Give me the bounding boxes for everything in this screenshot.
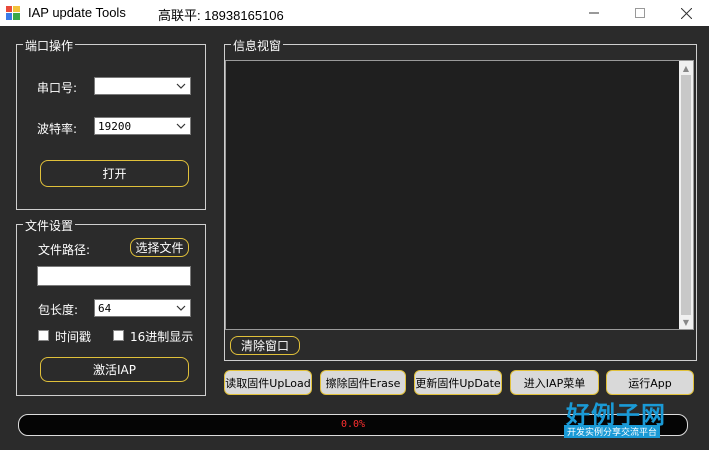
- info-log-area[interactable]: ▲ ▼: [225, 60, 694, 330]
- minimize-icon: [589, 12, 599, 14]
- window-title: IAP update Tools: [28, 5, 126, 20]
- chevron-down-icon: [176, 83, 186, 89]
- title-bar: IAP update Tools 高联平: 18938165106: [0, 0, 709, 26]
- port-label: 串口号:: [37, 81, 78, 95]
- select-file-button[interactable]: 选择文件: [130, 238, 189, 257]
- close-button[interactable]: [663, 0, 709, 26]
- app-icon: [6, 6, 20, 20]
- packet-length-value: 64: [98, 302, 112, 315]
- packet-length-select[interactable]: 64: [94, 299, 191, 317]
- maximize-icon: [635, 8, 645, 18]
- timestamp-checkbox[interactable]: [38, 330, 49, 341]
- activate-iap-button[interactable]: 激活IAP: [40, 357, 189, 382]
- packet-length-label: 包长度:: [38, 303, 79, 317]
- info-scrollbar[interactable]: ▲ ▼: [679, 61, 693, 329]
- close-icon: [680, 7, 692, 19]
- erase-firmware-button[interactable]: 擦除固件Erase: [320, 370, 406, 395]
- watermark-logo: 好例子网 开发实例分享交流平台: [560, 395, 680, 439]
- scroll-thumb[interactable]: [681, 75, 691, 315]
- hex-display-label: 16进制显示: [130, 330, 194, 344]
- chevron-down-icon: [176, 123, 186, 129]
- maximize-button[interactable]: [617, 0, 663, 26]
- file-group-title: 文件设置: [23, 217, 76, 234]
- chevron-down-icon: [176, 305, 186, 311]
- update-firmware-button[interactable]: 更新固件UpDate: [414, 370, 502, 395]
- info-group-title: 信息视窗: [231, 37, 284, 54]
- baud-select[interactable]: 19200: [94, 117, 191, 135]
- minimize-button[interactable]: [571, 0, 617, 26]
- port-select[interactable]: [94, 77, 191, 95]
- open-port-button[interactable]: 打开: [40, 160, 189, 187]
- baud-label: 波特率:: [37, 122, 78, 136]
- file-path-input[interactable]: [37, 266, 191, 286]
- clear-window-button[interactable]: 清除窗口: [230, 336, 300, 355]
- timestamp-label: 时间戳: [55, 330, 92, 344]
- scroll-up-icon[interactable]: ▲: [679, 61, 693, 75]
- upload-firmware-button[interactable]: 读取固件UpLoad: [224, 370, 312, 395]
- run-app-button[interactable]: 运行App: [606, 370, 694, 395]
- enter-iap-menu-button[interactable]: 进入IAP菜单: [510, 370, 599, 395]
- file-path-label: 文件路径:: [38, 243, 91, 257]
- window-title-extra: 高联平: 18938165106: [158, 8, 284, 23]
- scroll-down-icon[interactable]: ▼: [679, 315, 693, 329]
- baud-select-value: 19200: [98, 120, 132, 133]
- hex-display-checkbox[interactable]: [113, 330, 124, 341]
- port-group-title: 端口操作: [23, 37, 76, 54]
- watermark-sub-text: 开发实例分享交流平台: [564, 425, 661, 438]
